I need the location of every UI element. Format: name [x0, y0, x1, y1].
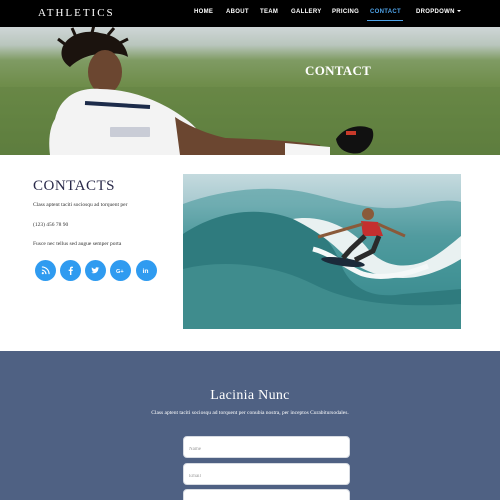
- nav-dropdown[interactable]: DROPDOWN: [416, 9, 461, 15]
- message-input[interactable]: [184, 493, 349, 500]
- facebook-icon: [68, 266, 73, 275]
- nav-pricing[interactable]: PRICING: [332, 9, 359, 15]
- email-field-wrapper: [183, 463, 350, 487]
- nav-gallery[interactable]: GALLERY: [291, 9, 322, 15]
- contact-address: Fusce nec tellus sed augue semper porta: [33, 241, 122, 247]
- svg-text:in: in: [142, 268, 148, 275]
- form-section-title: Lacinia Nunc: [210, 388, 290, 403]
- social-rss-button[interactable]: [35, 260, 56, 281]
- hero-title: CONTACT: [305, 63, 372, 78]
- form-section-text: Class aptent taciti sociosqu ad torquent…: [151, 410, 349, 416]
- hero-banner: CONTACT: [0, 27, 500, 155]
- nav-team[interactable]: TEAM: [260, 9, 278, 15]
- social-facebook-button[interactable]: [60, 260, 81, 281]
- caret-down-icon: [456, 10, 461, 13]
- nav-home[interactable]: HOME: [194, 9, 213, 15]
- contact-description: Class aptent taciti sociosqu ad torquent…: [33, 202, 128, 208]
- email-input[interactable]: [184, 466, 349, 487]
- message-field-wrapper: [183, 489, 350, 500]
- nav-dropdown-label: DROPDOWN: [416, 9, 455, 15]
- contact-heading: CONTACTS: [33, 178, 115, 194]
- surfer-image: [183, 174, 461, 329]
- twitter-icon: [91, 267, 100, 274]
- nav-active-indicator: [367, 20, 403, 21]
- brand-logo[interactable]: ATHLETICS: [38, 7, 115, 19]
- name-field-wrapper: [183, 436, 350, 460]
- social-twitter-button[interactable]: [85, 260, 106, 281]
- contact-phone: (123) 456 78 90: [33, 222, 69, 228]
- surfer-photo: [183, 188, 461, 329]
- nav-about[interactable]: ABOUT: [226, 9, 249, 15]
- name-input[interactable]: [184, 439, 349, 460]
- social-linkedin-button[interactable]: in: [136, 260, 157, 281]
- google-plus-icon: G+: [116, 269, 124, 275]
- svg-text:G+: G+: [116, 269, 124, 275]
- contact-form-section: Lacinia Nunc Class aptent taciti sociosq…: [0, 351, 500, 500]
- hero-athlete-image: [0, 27, 500, 155]
- rss-icon: [41, 266, 50, 275]
- nav-contact[interactable]: CONTACT: [370, 9, 401, 15]
- social-google-plus-button[interactable]: G+: [110, 260, 131, 281]
- navbar: ATHLETICS HOME ABOUT TEAM GALLERY PRICIN…: [0, 0, 500, 27]
- linkedin-icon: in: [142, 268, 148, 275]
